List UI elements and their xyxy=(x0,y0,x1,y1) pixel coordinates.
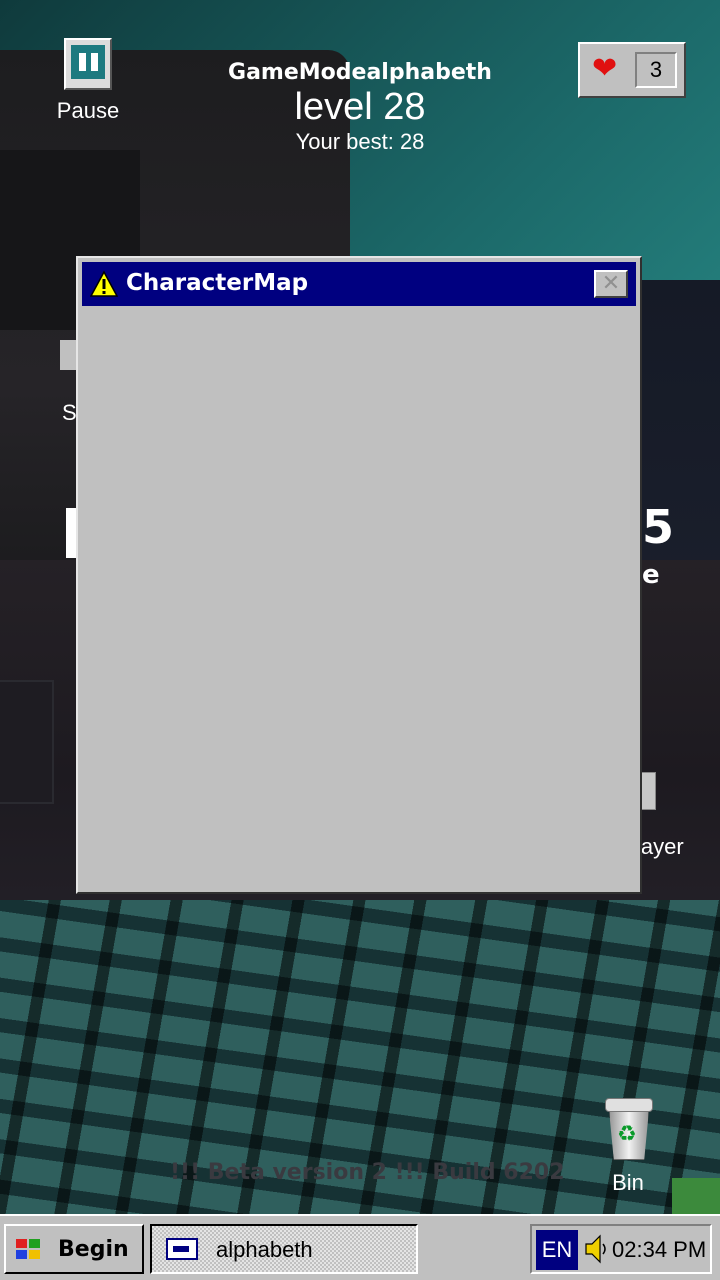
window-content xyxy=(82,310,636,888)
hidden-logo-subtext: e xyxy=(642,560,660,590)
window-titlebar[interactable]: CharacterMap ✕ xyxy=(82,262,636,306)
player-desktop-icon-label: layer xyxy=(636,834,684,859)
game-mode-label: GameModealphabeth xyxy=(228,60,492,85)
level-label: level 28 xyxy=(294,86,426,128)
pause-control[interactable]: Pause xyxy=(48,38,128,124)
recycle-bin-label: Bin xyxy=(612,1170,644,1195)
start-button-label: Begin xyxy=(58,1237,129,1262)
lives-counter: ❤ 3 xyxy=(578,42,686,98)
speaker-icon[interactable] xyxy=(584,1232,608,1266)
lives-count: 3 xyxy=(635,52,677,88)
pause-button[interactable] xyxy=(64,38,112,90)
windows-logo-icon xyxy=(16,1239,40,1259)
clock: 02:34 PM xyxy=(612,1237,707,1262)
language-indicator[interactable]: EN xyxy=(536,1230,578,1270)
start-button[interactable]: Begin xyxy=(4,1224,144,1274)
window-app-icon xyxy=(166,1238,198,1260)
recycle-bin-icon: ♻ xyxy=(603,1098,653,1160)
hidden-logo-text: 5 xyxy=(642,500,675,554)
background-green-patch xyxy=(672,1178,720,1214)
recycle-bin-shortcut[interactable]: ♻ Bin xyxy=(590,1098,666,1196)
taskbar: Begin alphabeth EN 02:34 PM xyxy=(0,1214,720,1280)
taskbar-item-label: alphabeth xyxy=(216,1237,313,1262)
best-score-label: Your best: 28 xyxy=(295,129,425,154)
character-map-window[interactable]: CharacterMap ✕ xyxy=(76,256,642,894)
taskbar-item-alphabeth[interactable]: alphabeth xyxy=(150,1224,418,1274)
beta-watermark: !!! Beta version 2 !!! Build 6202 xyxy=(170,1160,565,1185)
game-hud: GameModealphabeth level 28 Your best: 28 xyxy=(190,60,530,155)
close-button[interactable]: ✕ xyxy=(594,270,628,298)
background-panel xyxy=(0,680,54,804)
window-title: CharacterMap xyxy=(126,270,309,296)
pause-label: Pause xyxy=(56,98,120,123)
hidden-desktop-icon-label: S xyxy=(62,400,77,425)
pause-icon xyxy=(71,45,105,79)
system-tray: EN 02:34 PM xyxy=(530,1224,712,1274)
heart-icon: ❤ xyxy=(592,52,618,85)
warning-icon xyxy=(90,270,118,297)
close-icon: ✕ xyxy=(601,271,621,296)
